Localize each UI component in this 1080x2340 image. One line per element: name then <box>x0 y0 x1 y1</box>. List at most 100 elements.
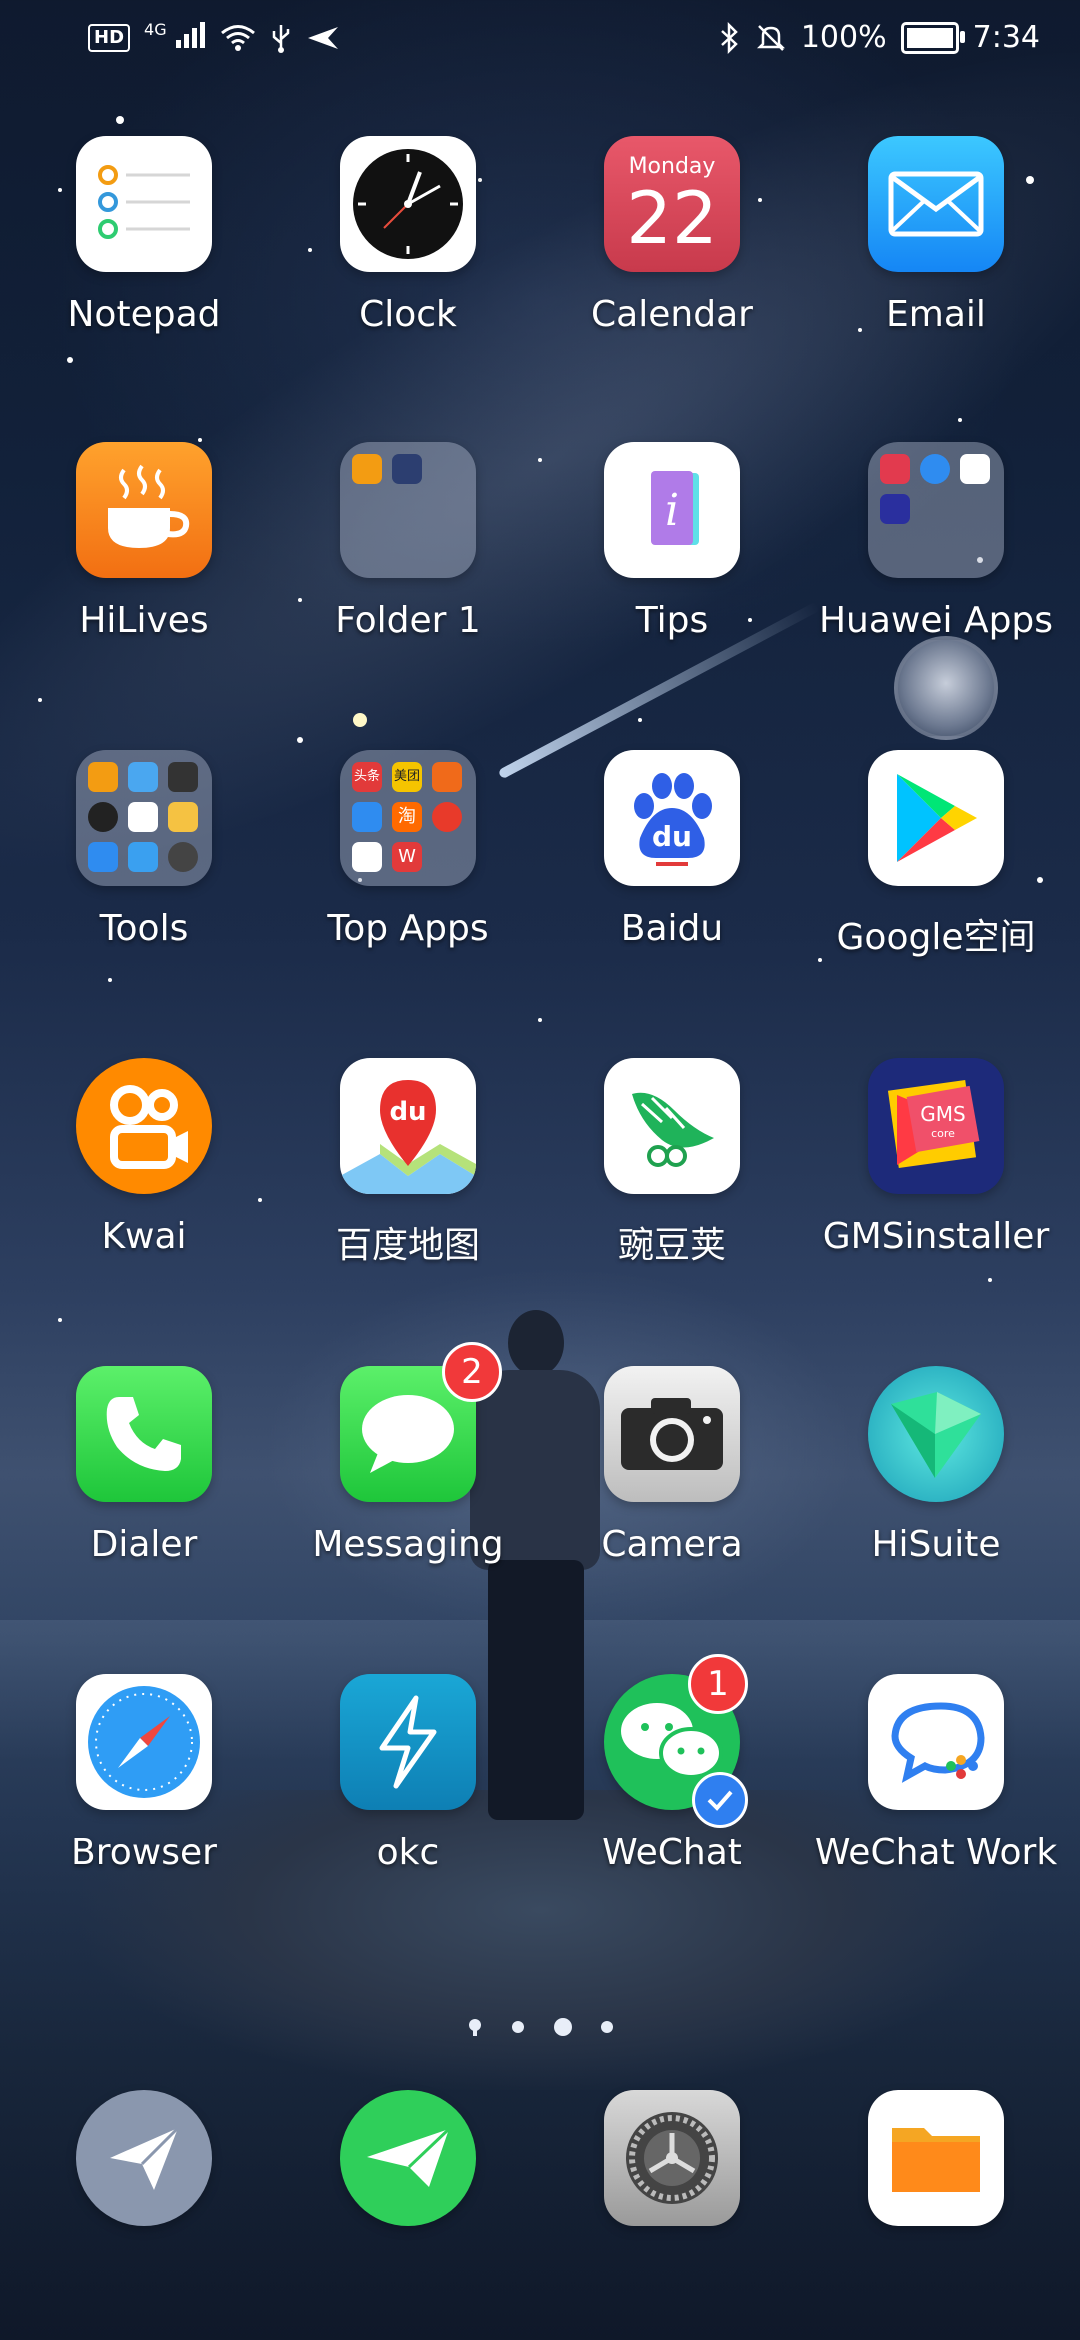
app-mini-icon <box>960 454 990 484</box>
app-mini-icon <box>352 802 382 832</box>
app-wandoujia[interactable]: 豌豆荚 <box>540 1058 804 1268</box>
dock <box>12 2090 1068 2230</box>
home-page-dot-icon[interactable] <box>467 2018 483 2036</box>
app-label: GMSinstaller <box>822 1216 1050 1257</box>
app-tips[interactable]: i Tips <box>540 442 804 641</box>
phone-icon <box>76 1366 212 1502</box>
app-wechat-work[interactable]: WeChat Work <box>804 1674 1068 1873</box>
app-hilives[interactable]: HiLives <box>12 442 276 641</box>
wps-mini-icon: W <box>392 842 422 872</box>
app-label: Dialer <box>90 1524 198 1565</box>
app-calendar[interactable]: Monday 22 Calendar <box>540 136 804 335</box>
app-label: 百度地图 <box>335 1225 480 1266</box>
compass-icon <box>76 1674 212 1810</box>
notepad-icon <box>76 136 212 272</box>
baidu-maps-icon: du <box>340 1058 476 1194</box>
cellular-signal-icon: 4G <box>144 20 206 56</box>
app-hisuite[interactable]: HiSuite <box>804 1366 1068 1565</box>
app-label: Tools <box>99 908 189 949</box>
meituan-mini-icon: 美团 <box>392 762 422 792</box>
app-label: Folder 1 <box>335 600 481 641</box>
app-baidu-maps[interactable]: du 百度地图 <box>276 1058 540 1268</box>
app-label: Top Apps <box>327 908 489 949</box>
wandoujia-icon <box>604 1058 740 1194</box>
page-indicator <box>0 2016 1080 2036</box>
app-email[interactable]: Email <box>804 136 1068 335</box>
contacts-mini-icon <box>88 762 118 792</box>
taobao-mini-icon: 淘 <box>392 802 422 832</box>
app-messaging[interactable]: 2 Messaging <box>276 1342 540 1565</box>
game-icon <box>352 454 382 484</box>
hd-indicator: HD <box>88 24 131 52</box>
baidu-maps-logo-text: du <box>389 1097 426 1127</box>
page-dot-active[interactable] <box>553 2017 572 2036</box>
app-kwai[interactable]: Kwai <box>12 1058 276 1257</box>
app-mini-icon <box>432 762 462 792</box>
recorder-mini-icon <box>128 802 158 832</box>
app-baidu[interactable]: du Baidu <box>540 750 804 949</box>
messaging-icon: 2 <box>340 1342 502 1502</box>
paper-plane-icon <box>76 2090 212 2226</box>
dock-app-settings[interactable] <box>540 2090 804 2226</box>
folder-icon <box>76 750 212 886</box>
app-clock[interactable]: Clock <box>276 136 540 335</box>
app-label: Tips <box>635 600 709 641</box>
app-label: WeChat Work <box>814 1832 1058 1873</box>
battery-icon <box>900 21 965 54</box>
app-label: Baidu <box>620 908 724 949</box>
app-label: Kwai <box>101 1216 187 1257</box>
network-type: 4G <box>144 20 167 39</box>
app-mini-icon <box>880 494 910 524</box>
app-top-apps[interactable]: 头条 美团 淘 W Top Apps <box>276 750 540 949</box>
bluetooth-icon <box>720 21 738 54</box>
dock-app-paper-plane[interactable] <box>12 2090 276 2226</box>
app-label: 豌豆荚 <box>617 1225 726 1266</box>
gms-installer-icon: GMS core <box>868 1058 1004 1194</box>
app-label: WeChat <box>602 1832 742 1873</box>
app-huawei-apps[interactable]: Huawei Apps <box>804 442 1068 641</box>
phone-manager-mini-icon <box>88 842 118 872</box>
folder-icon <box>868 442 1004 578</box>
game-icon <box>392 454 422 484</box>
app-label: Notepad <box>67 294 221 335</box>
notification-badge: 2 <box>442 1342 502 1402</box>
camera-icon <box>604 1366 740 1502</box>
app-label: Google空间 <box>836 917 1036 958</box>
hilives-icon <box>76 442 212 578</box>
app-notepad[interactable]: Notepad <box>12 136 276 335</box>
app-google-space[interactable]: Google空间 <box>804 750 1068 960</box>
status-bar: HD 4G 100% 7:34 <box>0 0 1080 80</box>
baidu-icon: du <box>604 750 740 886</box>
files-icon <box>868 2090 1004 2226</box>
app-label: okc <box>376 1832 440 1873</box>
app-label: Calendar <box>591 294 753 335</box>
app-browser[interactable]: Browser <box>12 1674 276 1873</box>
email-icon <box>868 136 1004 272</box>
app-okc[interactable]: okc <box>276 1674 540 1873</box>
toutiao-mini-icon: 头条 <box>352 762 382 792</box>
app-mini-icon <box>920 454 950 484</box>
usb-icon <box>272 25 290 53</box>
compass-mini-icon <box>168 842 198 872</box>
battery-percent: 100% <box>800 20 887 55</box>
dock-app-send[interactable] <box>276 2090 540 2226</box>
wechat-icon: 1 <box>604 1654 748 1828</box>
page-dot[interactable] <box>600 2020 613 2033</box>
google-play-icon <box>868 750 1004 886</box>
folder-icon: 头条 美团 淘 W <box>340 750 476 886</box>
page-dot[interactable] <box>512 2020 525 2033</box>
app-label: Clock <box>359 294 457 335</box>
app-gms-installer[interactable]: GMS core GMSinstaller <box>804 1058 1068 1257</box>
floating-assistant-button[interactable] <box>894 636 998 740</box>
gms-logo-subtext: core <box>931 1127 955 1140</box>
app-label: HiLives <box>79 600 209 641</box>
baidu-logo-text: du <box>652 820 692 853</box>
app-dialer[interactable]: Dialer <box>12 1366 276 1565</box>
app-label: HiSuite <box>871 1524 1001 1565</box>
app-wechat[interactable]: 1 WeChat <box>540 1654 804 1873</box>
dock-app-files[interactable] <box>804 2090 1068 2226</box>
app-tools[interactable]: Tools <box>12 750 276 949</box>
app-camera[interactable]: Camera <box>540 1366 804 1565</box>
app-folder-1[interactable]: Folder 1 <box>276 442 540 641</box>
mute-bell-icon <box>756 24 785 51</box>
